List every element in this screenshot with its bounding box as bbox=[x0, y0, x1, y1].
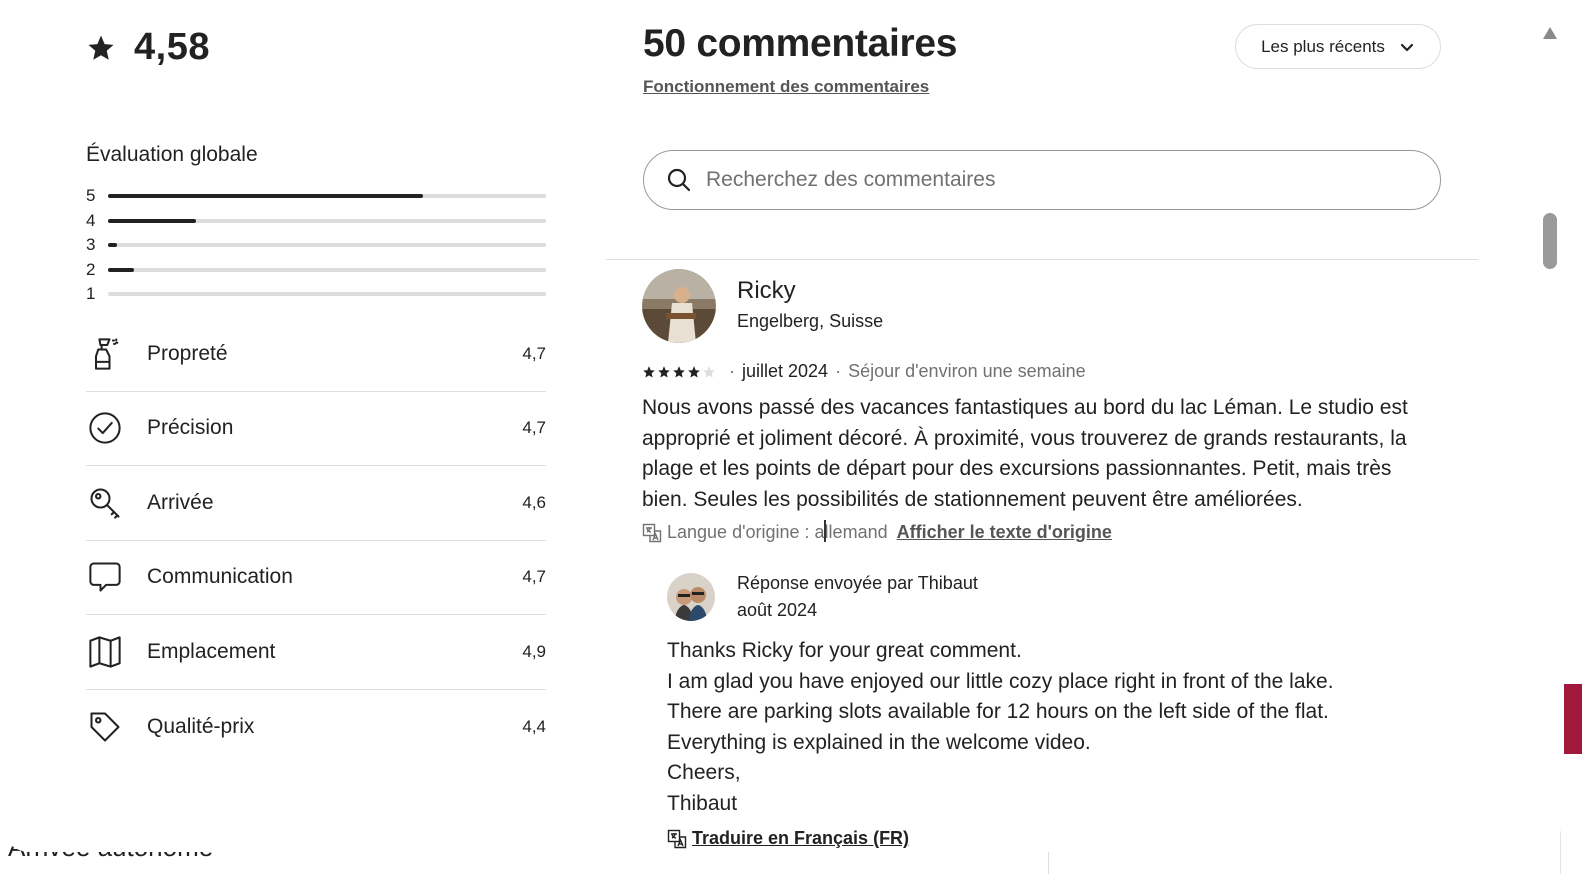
backdrop-accent bbox=[1564, 684, 1582, 754]
reviewer-avatar[interactable] bbox=[642, 269, 716, 343]
how-reviews-work-link[interactable]: Fonctionnement des commentaires bbox=[643, 77, 929, 97]
category-label: Qualité-prix bbox=[147, 714, 255, 738]
tag-icon bbox=[86, 708, 124, 746]
overall-rating: 4,58 bbox=[86, 26, 210, 69]
distribution-fill bbox=[108, 218, 196, 223]
distribution-row: 2 bbox=[86, 258, 546, 283]
host-response-date: août 2024 bbox=[737, 600, 818, 620]
distribution-fill bbox=[108, 243, 117, 248]
translate-icon bbox=[667, 829, 687, 848]
review-meta: · juillet 2024 · Séjour d'environ une se… bbox=[642, 361, 1086, 382]
rating-star-icon bbox=[673, 365, 685, 377]
separator-dot: · bbox=[729, 361, 735, 381]
category-ratings: Propreté 4,7 Précision 4,7 Arrivée 4,6 C… bbox=[86, 317, 546, 764]
category-row-precision: Précision 4,7 bbox=[86, 392, 546, 466]
check-circle-icon bbox=[86, 409, 124, 447]
distribution-row: 4 bbox=[86, 209, 546, 234]
distribution-row: 3 bbox=[86, 233, 546, 258]
category-score: 4,7 bbox=[522, 343, 546, 363]
reviewer-location: Engelberg, Suisse bbox=[737, 311, 884, 331]
original-language-label: Langue d'origine : allemand bbox=[667, 522, 888, 542]
search-icon bbox=[667, 168, 691, 192]
host-response-line: I am glad you have enjoyed our little co… bbox=[667, 669, 1334, 693]
distribution-track bbox=[108, 218, 546, 223]
section-divider bbox=[606, 259, 1478, 260]
reviews-count-title: 50 commentaires bbox=[643, 22, 958, 65]
category-score: 4,6 bbox=[522, 492, 546, 512]
host-avatar[interactable] bbox=[667, 573, 715, 621]
distribution-fill bbox=[108, 267, 135, 272]
distribution-label: 4 bbox=[86, 210, 96, 230]
distribution-label: 3 bbox=[86, 235, 96, 255]
show-original-link[interactable]: Afficher le texte d'origine bbox=[897, 522, 1112, 543]
host-response-title: Réponse envoyée par Thibaut bbox=[737, 573, 978, 593]
reviewer-name: Ricky bbox=[737, 277, 796, 304]
rating-star-icon bbox=[703, 365, 715, 377]
category-row-communication: Communication 4,7 bbox=[86, 541, 546, 615]
translate-icon bbox=[642, 523, 662, 542]
host-response-text: Thanks Ricky for your great comment. I a… bbox=[667, 636, 1427, 819]
category-row-emplacement: Emplacement 4,9 bbox=[86, 615, 546, 690]
key-icon bbox=[86, 484, 124, 522]
category-score: 4,7 bbox=[522, 567, 546, 587]
reviews-modal: 4,58 Évaluation globale 5 4 3 2 1 Propre… bbox=[0, 0, 1562, 852]
review-stars bbox=[642, 365, 716, 379]
category-label: Emplacement bbox=[147, 639, 276, 663]
distribution-label: 5 bbox=[86, 186, 96, 206]
category-row-proprete: Propreté 4,7 bbox=[86, 317, 546, 392]
category-score: 4,7 bbox=[522, 418, 546, 438]
host-response-line: Thanks Ricky for your great comment. bbox=[667, 639, 1022, 662]
sort-label: Les plus récents bbox=[1261, 36, 1385, 56]
category-label: Communication bbox=[147, 565, 293, 589]
distribution-label: 2 bbox=[86, 259, 96, 279]
chevron-down-icon bbox=[1400, 43, 1413, 51]
search-input[interactable] bbox=[706, 160, 1440, 200]
scroll-up-arrow[interactable] bbox=[1543, 27, 1557, 39]
star-icon bbox=[88, 35, 114, 60]
spray-bottle-icon bbox=[86, 335, 124, 373]
translate-link[interactable]: Traduire en Français (FR) bbox=[667, 828, 909, 849]
map-icon bbox=[86, 633, 124, 671]
rating-star-icon bbox=[643, 365, 655, 377]
text-cursor bbox=[824, 520, 826, 542]
rating-distribution: 5 4 3 2 1 bbox=[86, 184, 546, 307]
distribution-track bbox=[108, 267, 546, 272]
translate-link-label: Traduire en Français (FR) bbox=[692, 828, 910, 848]
distribution-track bbox=[108, 194, 546, 199]
distribution-label: 1 bbox=[86, 284, 96, 304]
rating-star-icon bbox=[688, 365, 700, 377]
sort-dropdown[interactable]: Les plus récents bbox=[1235, 24, 1441, 69]
category-row-arrivee: Arrivée 4,6 bbox=[86, 466, 546, 541]
distribution-track bbox=[108, 243, 546, 248]
category-score: 4,9 bbox=[522, 641, 546, 661]
rating-star-icon bbox=[658, 365, 670, 377]
category-label: Arrivée bbox=[147, 490, 214, 514]
review-text: Nous avons passé des vacances fantastiqu… bbox=[642, 396, 1408, 511]
category-label: Propreté bbox=[147, 341, 228, 365]
search-box[interactable] bbox=[643, 150, 1441, 210]
host-response-line: There are parking slots available for 12… bbox=[667, 700, 1329, 723]
distribution-row: 1 bbox=[86, 282, 546, 307]
separator-dot: · bbox=[835, 361, 842, 381]
chat-bubble-icon bbox=[86, 558, 124, 596]
distribution-row: 5 bbox=[86, 184, 546, 209]
review-date: juillet 2024 bbox=[742, 361, 829, 381]
original-language-row: Langue d'origine : allemand Afficher le … bbox=[642, 522, 1112, 543]
distribution-fill bbox=[108, 194, 424, 199]
distribution-track bbox=[108, 292, 546, 297]
category-label: Précision bbox=[147, 416, 234, 440]
host-response-line: Thibaut bbox=[667, 791, 738, 815]
host-response-line: Cheers, bbox=[667, 761, 741, 784]
category-row-qualite-prix: Qualité-prix 4,4 bbox=[86, 690, 546, 765]
category-score: 4,4 bbox=[522, 716, 546, 736]
review-stay-length: Séjour d'environ une semaine bbox=[848, 361, 1086, 381]
evaluation-title: Évaluation globale bbox=[86, 143, 258, 166]
scrollbar-thumb[interactable] bbox=[1543, 213, 1557, 269]
overall-rating-value: 4,58 bbox=[134, 26, 210, 68]
host-response-line: Everything is explained in the welcome v… bbox=[667, 730, 1091, 754]
